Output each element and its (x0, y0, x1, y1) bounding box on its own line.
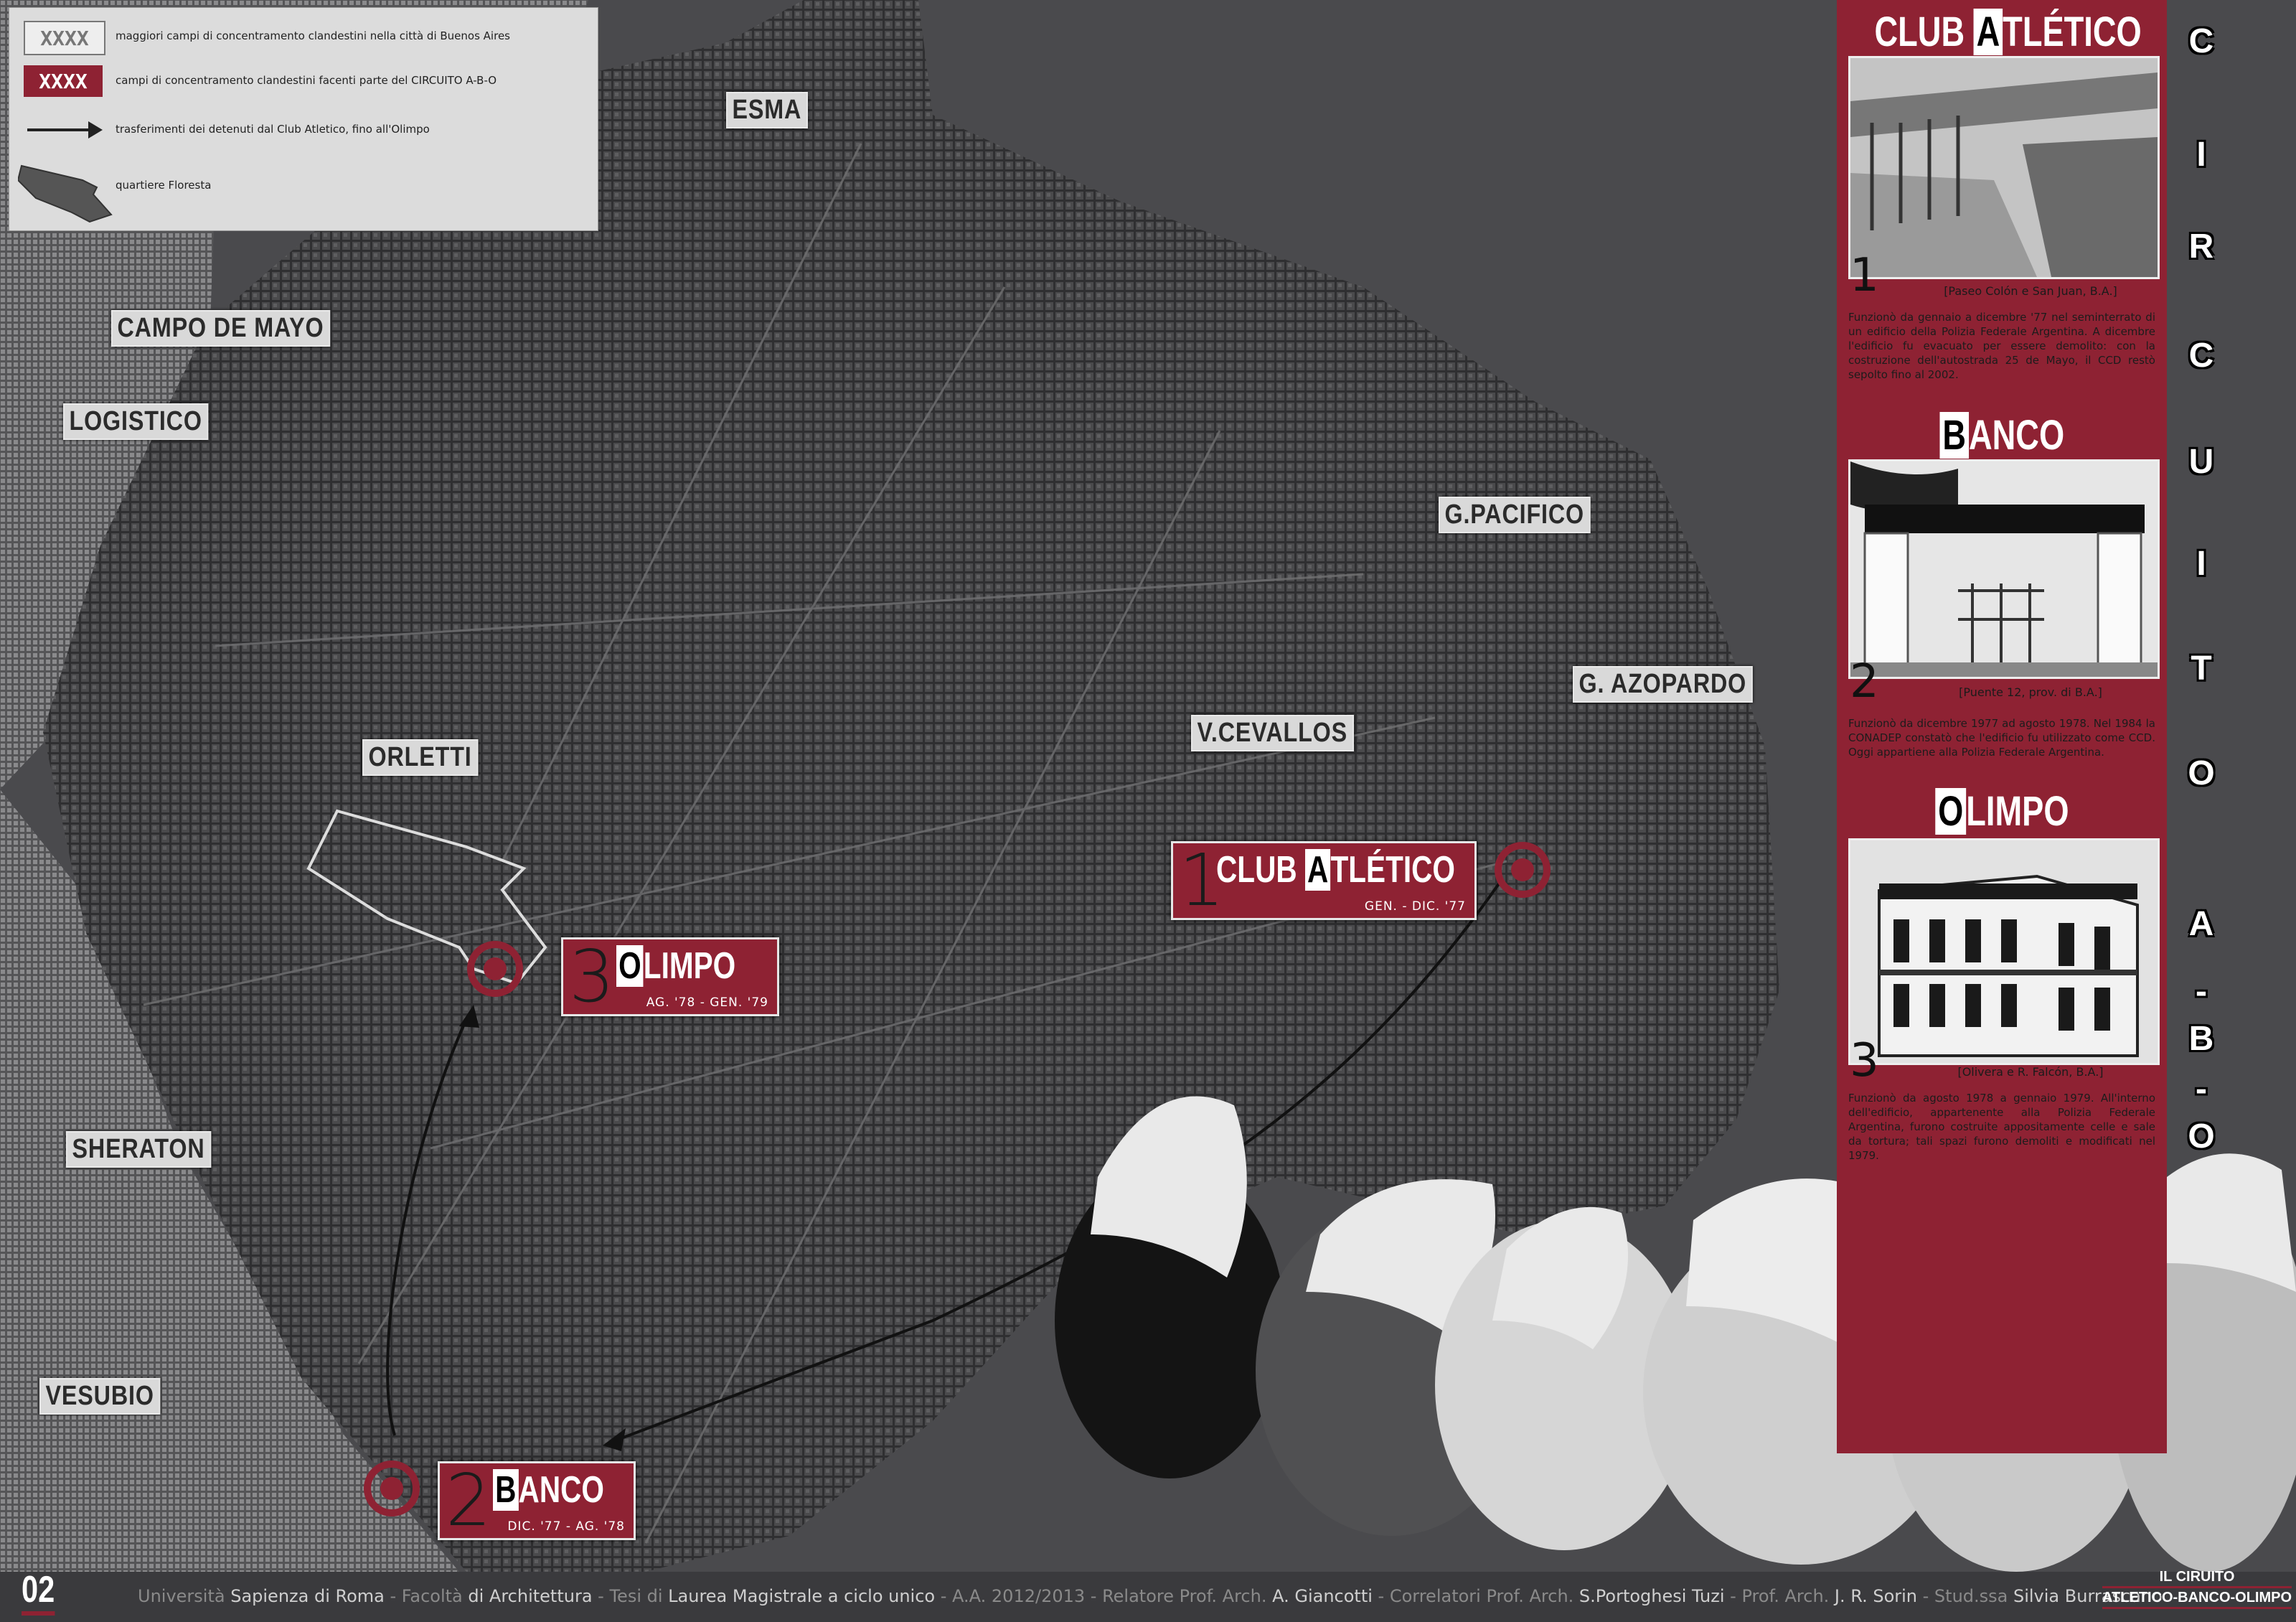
vertical-title-letter: B (2188, 1020, 2214, 1058)
site-badge-olimpo: 3 OLIMPO AG. '78 - GEN. '79 (561, 937, 779, 1016)
panel-number: 2 (1850, 655, 1879, 708)
vertical-title-letter: A (2188, 905, 2214, 943)
footer-title-line2: ATLETICO-BANCO-OLIMPO (2102, 1588, 2292, 1609)
panel-description: Funzionò da agosto 1978 a gennaio 1979. … (1848, 1092, 2155, 1162)
place-logistico: LOGISTICO (63, 403, 209, 440)
site-dates: DIC. '77 - AG. '78 (507, 1519, 625, 1534)
panel-description: Funzionò da dicembre 1977 ad agosto 1978… (1848, 717, 2155, 759)
place-g-azopardo: G. AZOPARDO (1573, 666, 1753, 703)
page-number: 02 (22, 1568, 55, 1616)
site-name: OLIMPO (616, 945, 735, 987)
vertical-title-letter: - (2196, 1070, 2207, 1108)
panel-number: 1 (1850, 249, 1879, 302)
footer-credits: Università Sapienza di Roma - Facoltà di… (138, 1586, 2163, 1606)
site-badge-club-atletico: 1 CLUB ATLÉTICO GEN. - DIC. '77 (1171, 841, 1477, 920)
vertical-title-letter: C (2188, 337, 2214, 375)
floresta-area-icon (18, 164, 113, 223)
vertical-title-letter: U (2188, 443, 2214, 481)
legend-key-major-camps: XXXX (24, 21, 105, 55)
legend-key-abo-camps: XXXX (24, 65, 103, 97)
site-badge-banco: 2 BANCO DIC. '77 - AG. '78 (438, 1461, 636, 1540)
photo-olimpo (1848, 838, 2160, 1065)
panel-caption: [Olivera e R. Falcón, B.A.] (1957, 1065, 2104, 1079)
site-name: BANCO (493, 1469, 604, 1511)
site-number: 3 (569, 934, 615, 1018)
panel-caption: [Puente 12, prov. di B.A.] (1959, 685, 2102, 699)
photo-banco (1848, 459, 2160, 679)
place-g-pacifico: G.PACIFICO (1439, 497, 1591, 533)
arrow-icon (27, 121, 103, 139)
legend-text-abo-camps: campi di concentramento clandestini face… (116, 74, 497, 87)
info-panel: CLUB ATLÉTICO 1 [Paseo Colón e San Juan,… (1837, 0, 2167, 1453)
panel-title-olimpo: OLIMPO (1837, 787, 2167, 837)
photo-club-atletico (1848, 56, 2160, 279)
legend-text-floresta: quartiere Floresta (116, 179, 212, 192)
place-v-cevallos: V.CEVALLOS (1191, 715, 1354, 751)
vertical-title-letter: I (2196, 545, 2206, 583)
vertical-title-letter: R (2188, 228, 2214, 266)
place-sheraton: SHERATON (66, 1131, 212, 1168)
legend-text-major-camps: maggiori campi di concentramento clandes… (116, 29, 510, 42)
vertical-title-letter: - (2196, 972, 2207, 1011)
legend-text-transfers: trasferimenti dei detenuti dal Club Atle… (116, 123, 430, 136)
vertical-title-letter: O (2188, 754, 2215, 792)
panel-number: 3 (1850, 1034, 1879, 1087)
poster: XXXX maggiori campi di concentramento cl… (0, 0, 2296, 1622)
panel-title-banco: BANCO (1837, 411, 2167, 461)
legend: XXXX maggiori campi di concentramento cl… (9, 7, 598, 231)
place-vesubio: VESUBIO (39, 1378, 161, 1415)
panel-caption: [Paseo Colón e San Juan, B.A.] (1944, 284, 2117, 298)
site-name: CLUB ATLÉTICO (1216, 849, 1455, 891)
vertical-title-letter: T (2191, 650, 2212, 688)
panel-description: Funzionò da gennaio a dicembre '77 nel s… (1848, 311, 2155, 381)
footer-title-line1: IL CIRUITO (2102, 1567, 2292, 1588)
panel-title-club-atletico: CLUB ATLÉTICO (1874, 9, 2142, 55)
footer-title: IL CIRUITO ATLETICO-BANCO-OLIMPO (2102, 1567, 2292, 1609)
place-esma: ESMA (726, 92, 808, 128)
place-campo-de-mayo: CAMPO DE MAYO (111, 310, 331, 347)
vertical-title-letter: C (2188, 22, 2214, 60)
site-dates: AG. '78 - GEN. '79 (646, 995, 768, 1010)
vertical-title-letter: I (2196, 136, 2206, 174)
vertical-title-letter: O (2188, 1117, 2215, 1155)
site-dates: GEN. - DIC. '77 (1364, 899, 1466, 914)
place-orletti: ORLETTI (362, 739, 479, 776)
site-number: 2 (446, 1458, 491, 1542)
